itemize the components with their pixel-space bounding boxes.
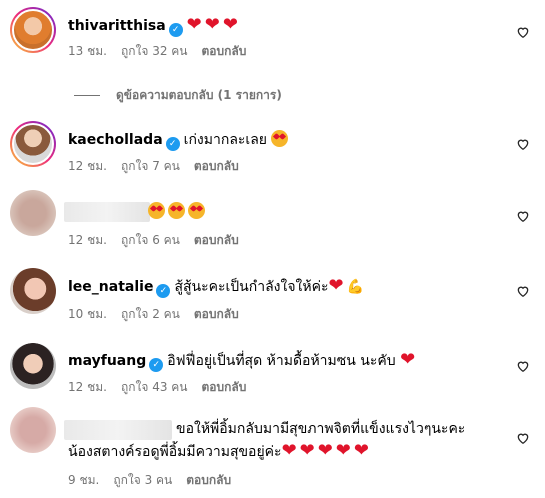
heart-outline-icon[interactable] [516, 209, 530, 223]
verified-badge-icon: ✓ [156, 284, 171, 298]
comment-time[interactable]: 10 ชม. [68, 307, 107, 321]
like-count[interactable]: ถูกใจ 32 คน [121, 44, 188, 58]
heart-emoji: ❤❤❤❤❤ [281, 440, 372, 461]
heart-eyes-emoji-icon [148, 202, 165, 219]
heart-outline-icon[interactable] [516, 284, 530, 298]
divider [74, 95, 100, 96]
verified-badge-icon: ✓ [149, 358, 164, 372]
heart-eyes-emoji-icon [188, 202, 205, 219]
avatar[interactable] [10, 268, 56, 314]
comment-time[interactable]: 12 ชม. [68, 380, 107, 394]
avatar[interactable] [10, 121, 56, 167]
blurred-username [64, 420, 172, 440]
username[interactable]: mayfuang [68, 353, 146, 369]
view-replies-button[interactable]: ดูข้อความตอบกลับ (1 รายการ) [74, 86, 282, 105]
comment-time[interactable]: 12 ชม. [68, 159, 107, 173]
comment-text-line1: ขอให้พี่อิ้มกลับมามีสุขภาพจิตที่แข็งแรงไ… [176, 421, 466, 437]
username[interactable]: kaechollada [68, 132, 163, 148]
heart-eyes-emoji-icon [168, 202, 185, 219]
like-count[interactable]: ถูกใจ 43 คน [121, 380, 188, 394]
like-count[interactable]: ถูกใจ 2 คน [121, 307, 180, 321]
avatar[interactable] [10, 407, 56, 453]
heart-outline-icon[interactable] [516, 25, 530, 39]
comment-text: เก่งมากละเลย [183, 132, 267, 148]
like-count[interactable]: ถูกใจ 7 คน [121, 159, 180, 173]
like-count[interactable]: ถูกใจ 6 คน [121, 233, 180, 247]
heart-outline-icon[interactable] [516, 359, 530, 373]
username[interactable]: thivaritthisa [68, 18, 166, 34]
avatar[interactable] [10, 7, 56, 53]
reply-button[interactable]: ตอบกลับ [194, 307, 239, 321]
reply-button[interactable]: ตอบกลับ [186, 473, 231, 487]
comment-time[interactable]: 13 ชม. [68, 44, 107, 58]
heart-eyes-emoji-icon [271, 130, 289, 147]
reply-button[interactable]: ตอบกลับ [194, 233, 239, 247]
reply-button[interactable]: ตอบกลับ [202, 44, 247, 58]
like-count[interactable]: ถูกใจ 3 คน [113, 473, 172, 487]
comment-text: อิฟฟี่อยู่เป็นที่สุด ห้ามดื้อห้ามซน นะคั… [167, 353, 396, 369]
comment-text: ❤❤❤ [186, 14, 241, 35]
heart-outline-icon[interactable] [516, 431, 530, 445]
comment-text: สู้สู้นะคะเป็นกำลังใจให้ค่ะ [174, 279, 329, 295]
flexed-biceps-emoji-icon: 💪 [346, 279, 365, 295]
heart-emoji: ❤ [328, 275, 347, 296]
verified-badge-icon: ✓ [165, 137, 180, 151]
reply-button[interactable]: ตอบกลับ [194, 159, 239, 173]
comment-time[interactable]: 9 ชม. [68, 473, 99, 487]
blurred-username [64, 202, 150, 222]
verified-badge-icon: ✓ [168, 23, 183, 37]
reply-button[interactable]: ตอบกลับ [202, 380, 247, 394]
heart-outline-icon[interactable] [516, 137, 530, 151]
avatar[interactable] [10, 343, 56, 389]
comment-time[interactable]: 12 ชม. [68, 233, 107, 247]
heart-emoji: ❤ [400, 349, 419, 370]
view-replies-label[interactable]: ดูข้อความตอบกลับ (1 รายการ) [116, 88, 282, 102]
avatar[interactable] [10, 190, 56, 236]
comment-text-line2: น้องสตางค์รอดูพี่อิ้มมีความสุขอยู่ค่ะ [68, 444, 282, 460]
username[interactable]: lee_natalie [68, 279, 153, 295]
